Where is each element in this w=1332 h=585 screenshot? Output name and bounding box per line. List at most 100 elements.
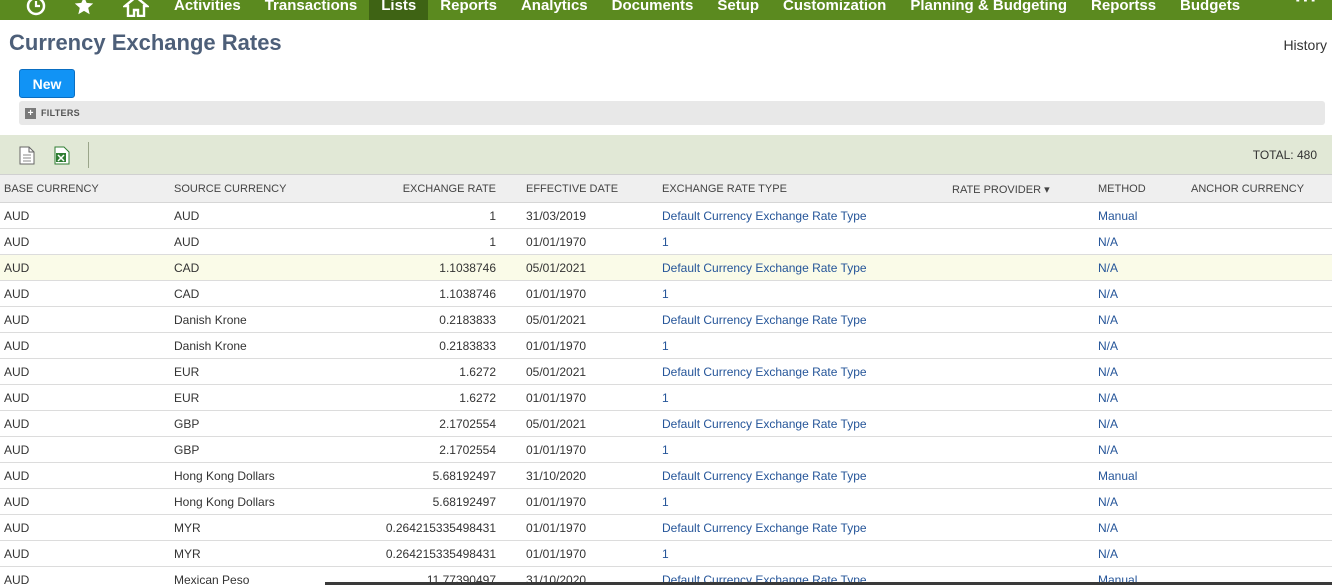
cell-effective-date: 01/01/1970 [526, 235, 587, 249]
table-row[interactable]: AUD MYR 0.264215335498431 01/01/1970 1 N/A [0, 541, 1332, 567]
table-header: BASE CURRENCY SOURCE CURRENCY EXCHANGE R… [0, 175, 1332, 203]
table-row[interactable]: AUD MYR 0.264215335498431 01/01/1970 Default… [0, 515, 1332, 541]
cell-exchange-rate: 0.2183833 [439, 339, 496, 353]
table-row[interactable]: AUD Hong Kong Dollars 5.68192497 31/10/2020… [0, 463, 1332, 489]
nav-item-activities[interactable]: Activities [162, 0, 253, 20]
table-row[interactable]: AUD Danish Krone 0.2183833 05/01/2021 Defaul… [0, 307, 1332, 333]
cell-method-link[interactable]: N/A [1098, 313, 1118, 327]
cell-exchange-rate: 5.68192497 [432, 469, 496, 483]
cell-exchange-rate: 5.68192497 [432, 495, 496, 509]
cell-effective-date: 01/01/1970 [526, 339, 587, 353]
table-row[interactable]: AUD Danish Krone 0.2183833 01/01/1970 1 N/A [0, 333, 1332, 359]
export-csv-icon[interactable] [19, 146, 35, 165]
expand-plus-icon[interactable]: + [25, 107, 36, 119]
cell-base-currency: AUD [4, 469, 30, 483]
nav-item-setup[interactable]: Setup [705, 0, 771, 20]
cell-exchange-rate-type-link[interactable]: Default Currency Exchange Rate Type [662, 313, 867, 327]
nav-item-reportss[interactable]: Reportss [1079, 0, 1168, 20]
header-anchor-currency[interactable]: ANCHOR CURRENCY [1191, 183, 1304, 195]
cell-exchange-rate-type-link[interactable]: Default Currency Exchange Rate Type [662, 209, 867, 223]
toolbar-separator [88, 142, 89, 168]
cell-effective-date: 01/01/1970 [526, 443, 587, 457]
table-row[interactable]: AUD CAD 1.1038746 05/01/2021 Default Currenc… [0, 255, 1332, 281]
cell-effective-date: 01/01/1970 [526, 521, 587, 535]
cell-effective-date: 05/01/2021 [526, 365, 587, 379]
table-row[interactable]: AUD GBP 2.1702554 01/01/1970 1 N/A [0, 437, 1332, 463]
table-row[interactable]: AUD AUD 1 31/03/2019 Default Currency Exchan… [0, 203, 1332, 229]
table-row[interactable]: AUD Hong Kong Dollars 5.68192497 01/01/1970… [0, 489, 1332, 515]
cell-exchange-rate-type-link[interactable]: Default Currency Exchange Rate Type [662, 469, 867, 483]
nav-item-customization[interactable]: Customization [771, 0, 898, 20]
cell-exchange-rate: 1 [489, 209, 496, 223]
header-effective-date[interactable]: EFFECTIVE DATE [526, 183, 618, 195]
cell-exchange-rate: 1.1038746 [439, 287, 496, 301]
cell-method-link[interactable]: N/A [1098, 365, 1118, 379]
cell-source-currency: Danish Krone [174, 339, 247, 353]
cell-method-link[interactable]: Manual [1098, 209, 1137, 223]
cell-source-currency: AUD [174, 235, 200, 249]
filters-toggle[interactable]: + FILTERS [19, 101, 1325, 125]
top-navigation-bar: Activities Transactions Lists Reports Analyt… [0, 0, 1332, 20]
cell-method-link[interactable]: N/A [1098, 521, 1118, 535]
cell-exchange-rate-type-link[interactable]: Default Currency Exchange Rate Type [662, 261, 867, 275]
nav-item-budgets[interactable]: Budgets [1168, 0, 1252, 20]
cell-exchange-rate-type-link[interactable]: 1 [662, 287, 669, 301]
new-button[interactable]: New [19, 69, 75, 98]
cell-method-link[interactable]: N/A [1098, 443, 1118, 457]
nav-item-lists[interactable]: Lists [369, 0, 429, 20]
cell-exchange-rate-type-link[interactable]: Default Currency Exchange Rate Type [662, 365, 867, 379]
nav-menu: Activities Transactions Lists Reports Analyt… [0, 0, 1252, 20]
table-row[interactable]: AUD AUD 1 01/01/1970 1 N/A [0, 229, 1332, 255]
more-menu-icon[interactable]: ··· [1295, 0, 1318, 13]
cell-source-currency: Mexican Peso [174, 573, 250, 585]
cell-exchange-rate-type-link[interactable]: Default Currency Exchange Rate Type [662, 521, 867, 535]
cell-base-currency: AUD [4, 495, 30, 509]
table-row[interactable]: AUD EUR 1.6272 05/01/2021 Default Currency E… [0, 359, 1332, 385]
history-link[interactable]: History [1283, 37, 1327, 53]
nav-item-transactions[interactable]: Transactions [253, 0, 370, 20]
cell-exchange-rate-type-link[interactable]: 1 [662, 547, 669, 561]
nav-item-analytics[interactable]: Analytics [509, 0, 600, 20]
cell-base-currency: AUD [4, 417, 30, 431]
cell-source-currency: MYR [174, 521, 201, 535]
exchange-rates-table: BASE CURRENCY SOURCE CURRENCY EXCHANGE R… [0, 175, 1332, 585]
table-row[interactable]: AUD EUR 1.6272 01/01/1970 1 N/A [0, 385, 1332, 411]
cell-method-link[interactable]: N/A [1098, 495, 1118, 509]
header-exchange-rate[interactable]: EXCHANGE RATE [403, 183, 496, 195]
cell-method-link[interactable]: N/A [1098, 339, 1118, 353]
cell-source-currency: Hong Kong Dollars [174, 495, 275, 509]
cell-exchange-rate-type-link[interactable]: 1 [662, 495, 669, 509]
cell-base-currency: AUD [4, 443, 30, 457]
cell-source-currency: Hong Kong Dollars [174, 469, 275, 483]
cell-method-link[interactable]: N/A [1098, 235, 1118, 249]
nav-item-reports[interactable]: Reports [428, 0, 509, 20]
cell-exchange-rate-type-link[interactable]: 1 [662, 339, 669, 353]
nav-item-documents[interactable]: Documents [600, 0, 706, 20]
header-base-currency[interactable]: BASE CURRENCY [4, 183, 99, 195]
cell-exchange-rate-type-link[interactable]: Default Currency Exchange Rate Type [662, 417, 867, 431]
cell-method-link[interactable]: N/A [1098, 547, 1118, 561]
cell-method-link[interactable]: N/A [1098, 417, 1118, 431]
cell-base-currency: AUD [4, 365, 30, 379]
cell-exchange-rate: 0.264215335498431 [385, 521, 496, 535]
cell-method-link[interactable]: Manual [1098, 469, 1137, 483]
header-rate-provider[interactable]: RATE PROVIDER ▾ [952, 183, 1050, 196]
table-row[interactable]: AUD GBP 2.1702554 05/01/2021 Default Currenc… [0, 411, 1332, 437]
recent-records-icon[interactable] [0, 0, 58, 20]
favorites-star-icon[interactable] [58, 0, 110, 20]
home-icon[interactable] [110, 0, 162, 20]
nav-item-planning-budgeting[interactable]: Planning & Budgeting [898, 0, 1079, 20]
cell-exchange-rate-type-link[interactable]: 1 [662, 443, 669, 457]
header-method[interactable]: METHOD [1098, 183, 1146, 195]
cell-exchange-rate-type-link[interactable]: 1 [662, 391, 669, 405]
table-row[interactable]: AUD CAD 1.1038746 01/01/1970 1 N/A [0, 281, 1332, 307]
cell-exchange-rate-type-link[interactable]: 1 [662, 235, 669, 249]
export-excel-icon[interactable] [54, 146, 70, 165]
header-exchange-rate-type[interactable]: EXCHANGE RATE TYPE [662, 183, 787, 195]
filters-label: FILTERS [41, 108, 80, 118]
cell-method-link[interactable]: N/A [1098, 287, 1118, 301]
cell-source-currency: EUR [174, 365, 200, 379]
cell-method-link[interactable]: N/A [1098, 261, 1118, 275]
cell-method-link[interactable]: N/A [1098, 391, 1118, 405]
header-source-currency[interactable]: SOURCE CURRENCY [174, 183, 286, 195]
